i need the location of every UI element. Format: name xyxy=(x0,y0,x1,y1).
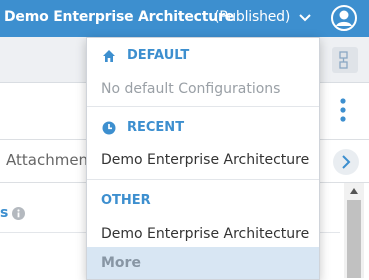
section-recent-header: RECENT xyxy=(87,119,319,139)
section-other-label: OTHER xyxy=(101,193,151,208)
section-other-header: OTHER xyxy=(87,192,319,212)
section-title: s xyxy=(0,205,9,221)
chevron-right-icon xyxy=(342,155,351,169)
section-default-label: DEFAULT xyxy=(127,48,190,63)
grid-view-button[interactable] xyxy=(332,47,358,73)
info-icon[interactable] xyxy=(12,207,25,220)
section-recent-label: RECENT xyxy=(127,120,185,135)
configuration-dropdown: DEFAULT No default Configurations RECENT… xyxy=(86,37,320,280)
home-icon xyxy=(103,50,115,62)
other-configuration-item[interactable]: Demo Enterprise Architecture xyxy=(87,220,319,250)
configuration-title[interactable]: Demo Enterprise Architecture xyxy=(4,9,234,25)
scrollbar-thumb[interactable] xyxy=(347,200,361,278)
divider xyxy=(87,106,319,107)
divider xyxy=(87,179,319,180)
tab-attachments[interactable]: Attachmen xyxy=(6,151,88,169)
dropdown-caret xyxy=(294,38,313,47)
scroll-up-arrow-icon[interactable] xyxy=(350,188,358,194)
publish-status: (Published) xyxy=(214,9,291,25)
chevron-down-icon[interactable] xyxy=(299,13,311,23)
more-button[interactable]: More xyxy=(87,247,319,279)
more-options-icon[interactable] xyxy=(338,97,348,123)
scroll-tabs-right-button[interactable] xyxy=(333,149,359,175)
clock-icon xyxy=(102,121,116,135)
section-default-header: DEFAULT xyxy=(87,47,319,67)
user-circle-icon[interactable] xyxy=(330,4,358,32)
recent-configuration-item[interactable]: Demo Enterprise Architecture xyxy=(87,146,319,176)
top-bar: Demo Enterprise Architecture (Published) xyxy=(0,0,369,37)
no-default-text: No default Configurations xyxy=(101,81,281,97)
grid-icon xyxy=(339,51,348,69)
